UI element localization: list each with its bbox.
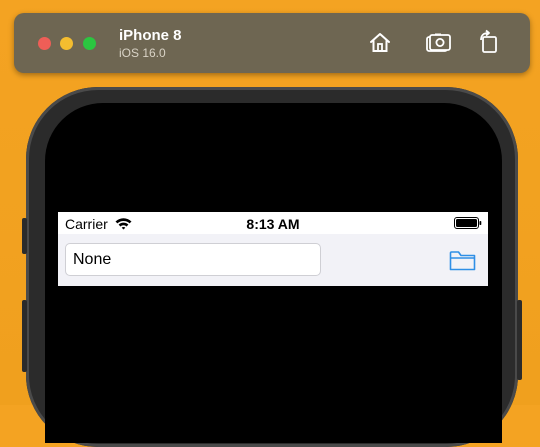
device-name: iPhone 8 <box>119 27 182 44</box>
simulator-toolbar: iPhone 8 iOS 16.0 <box>14 13 530 73</box>
volume-up-button <box>22 300 27 372</box>
status-bar: Carrier 8:13 AM <box>58 212 488 234</box>
os-version: iOS 16.0 <box>119 46 166 60</box>
folder-icon[interactable] <box>449 248 476 272</box>
app-view: Carrier 8:13 AM None <box>58 212 488 286</box>
home-button[interactable] <box>366 29 394 57</box>
rotate-icon <box>480 29 497 53</box>
battery-icon <box>454 217 482 229</box>
close-window-button[interactable] <box>38 37 51 50</box>
path-text-field[interactable]: None <box>65 243 321 276</box>
screenshot-button[interactable] <box>424 29 452 57</box>
zoom-window-button[interactable] <box>83 37 96 50</box>
rotate-button[interactable] <box>475 29 503 57</box>
app-toolbar: None <box>58 234 488 286</box>
screenshot-icon <box>426 33 451 52</box>
mute-switch <box>22 218 27 254</box>
minimize-window-button[interactable] <box>60 37 73 50</box>
clock: 8:13 AM <box>246 216 300 232</box>
home-icon <box>370 33 390 52</box>
power-button <box>517 300 522 380</box>
